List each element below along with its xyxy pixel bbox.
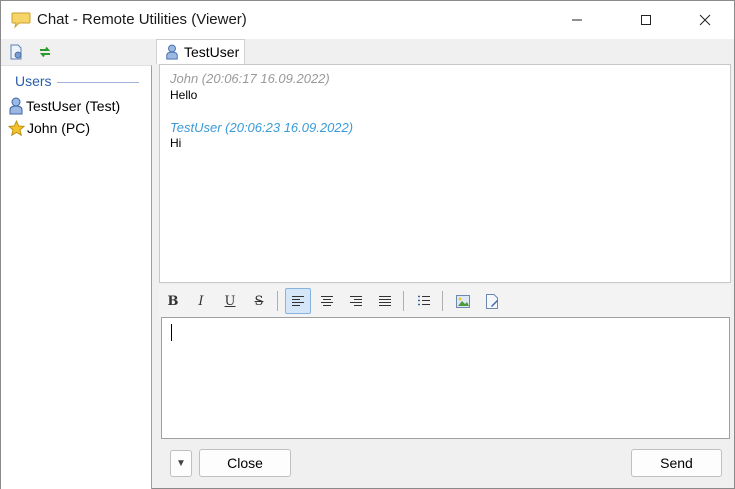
message-header: TestUser (20:06:23 16.09.2022) (170, 120, 354, 135)
underline-button[interactable]: U (217, 288, 243, 314)
format-toolbar: B I U S (159, 285, 731, 317)
insert-file-button[interactable] (479, 288, 505, 314)
tab-label: TestUser (184, 44, 240, 60)
close-button[interactable]: Close (199, 449, 291, 477)
user-icon (9, 97, 23, 115)
bullet-list-button[interactable] (411, 288, 437, 314)
align-left-icon (292, 296, 304, 306)
options-dropdown-button[interactable]: ▼ (170, 450, 192, 477)
align-center-button[interactable] (314, 288, 340, 314)
italic-button[interactable]: I (188, 288, 214, 314)
chat-history[interactable]: John (20:06:17 16.09.2022) Hello TestUse… (159, 64, 731, 283)
align-justify-button[interactable] (372, 288, 398, 314)
users-toolbar (1, 39, 152, 65)
message-input[interactable] (161, 317, 730, 439)
insert-image-button[interactable] (450, 288, 476, 314)
bullet-list-icon (418, 295, 430, 306)
align-right-button[interactable] (343, 288, 369, 314)
tab-testuser[interactable]: TestUser (156, 39, 245, 64)
minimize-button[interactable] (554, 1, 600, 39)
message-text: Hi (170, 136, 182, 150)
title-bar: Chat - Remote Utilities (Viewer) (1, 1, 734, 39)
users-header-divider (57, 82, 139, 83)
minimize-icon (572, 19, 582, 21)
insert-file-icon (486, 293, 498, 309)
send-button[interactable]: Send (631, 449, 722, 477)
refresh-icon[interactable] (37, 44, 53, 60)
align-left-button[interactable] (285, 288, 311, 314)
user-icon (166, 44, 178, 60)
align-justify-icon (379, 296, 391, 306)
user-item-testuser[interactable]: TestUser (Test) (8, 96, 120, 116)
insert-image-icon (456, 294, 470, 308)
strikethrough-button[interactable]: S (246, 288, 272, 314)
maximize-button[interactable] (623, 1, 669, 39)
toolbar-separator (442, 291, 443, 311)
message-text: Hello (170, 88, 198, 102)
user-item-label: TestUser (Test) (26, 98, 121, 114)
chat-window: Chat - Remote Utilities (Viewer) Users T… (0, 0, 735, 489)
align-center-icon (321, 296, 333, 306)
toolbar-separator (277, 291, 278, 311)
text-caret (171, 324, 172, 341)
bold-button[interactable]: B (160, 288, 186, 314)
star-icon (8, 119, 25, 136)
close-icon (699, 14, 711, 26)
users-header: Users (15, 73, 52, 89)
bottom-bar: ▼ Close Send (159, 439, 731, 487)
user-item-john[interactable]: John (PC) (8, 118, 90, 138)
align-right-icon (350, 296, 362, 306)
toolbar-separator (403, 291, 404, 311)
close-window-button[interactable] (682, 1, 728, 39)
message-header: John (20:06:17 16.09.2022) (170, 71, 330, 86)
document-settings-icon[interactable] (8, 44, 24, 60)
window-title: Chat - Remote Utilities (Viewer) (37, 11, 247, 28)
users-panel: Users TestUser (Test) John (PC) (1, 65, 152, 489)
chat-bubble-icon (11, 12, 31, 29)
maximize-icon (641, 15, 651, 25)
user-item-label: John (PC) (27, 120, 91, 136)
